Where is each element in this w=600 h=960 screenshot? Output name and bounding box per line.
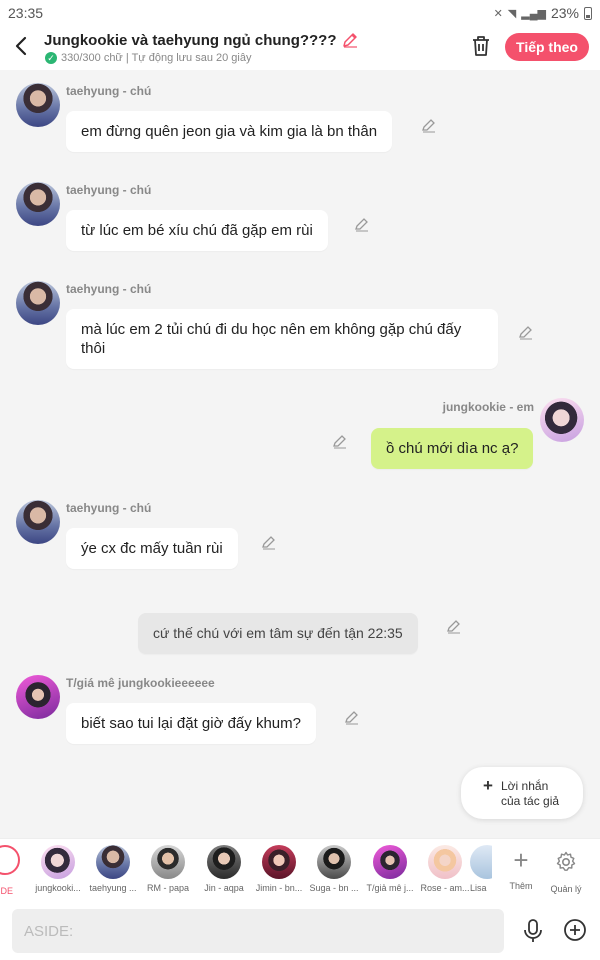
character-item[interactable]: RM - papa — [140, 845, 196, 893]
edit-title-icon[interactable] — [341, 31, 359, 49]
edit-message-icon[interactable] — [421, 117, 437, 133]
character-aside[interactable]: IDE — [0, 845, 20, 896]
character-item[interactable]: jungkooki... — [30, 845, 86, 893]
edit-message-icon[interactable] — [354, 216, 370, 232]
character-avatar — [262, 845, 296, 879]
character-avatar — [96, 845, 130, 879]
manage-characters-label: Quản lý — [550, 884, 582, 894]
message-input[interactable] — [12, 909, 504, 953]
avatar-taehyung[interactable] — [16, 83, 60, 127]
plus-icon: + — [483, 776, 493, 795]
save-status: ✓ 330/300 chữ | Tự động lưu sau 20 giây — [45, 52, 251, 64]
narration-bubble[interactable]: cứ thế chú với em tâm sự đến tận 22:35 — [138, 613, 418, 654]
character-name: Lisa — [470, 883, 487, 893]
author-note-label: Lời nhắn của tác giả — [501, 779, 559, 809]
character-name: Rose - am... — [420, 883, 470, 893]
add-character-label: Thêm — [509, 881, 533, 891]
character-name: RM - papa — [146, 883, 190, 893]
trash-icon[interactable] — [470, 34, 492, 58]
character-name: jungkooki... — [35, 883, 81, 893]
character-item[interactable]: taehyung ... — [85, 845, 141, 893]
character-item[interactable]: T/giả mê j... — [362, 845, 418, 893]
aside-label: IDE — [0, 886, 14, 896]
sender-name: taehyung - chú — [66, 183, 152, 197]
character-avatar — [207, 845, 241, 879]
edit-message-icon[interactable] — [261, 534, 277, 550]
edit-message-icon[interactable] — [332, 433, 348, 449]
battery-icon — [584, 6, 592, 20]
back-button[interactable] — [10, 32, 34, 60]
sender-name: taehyung - chú — [66, 84, 152, 98]
message-bubble-mine[interactable]: ồ chú mới dìa nc ạ? — [371, 428, 534, 469]
mute-icon: ✕ — [493, 7, 503, 20]
character-item[interactable]: Rose - am... — [417, 845, 473, 893]
signal-icon: ▂▄▆ — [521, 7, 546, 20]
wifi-icon: ◥ — [507, 7, 517, 20]
check-icon: ✓ — [45, 52, 57, 64]
character-avatar — [151, 845, 185, 879]
edit-message-icon[interactable] — [344, 709, 360, 725]
message-bubble[interactable]: từ lúc em bé xíu chú đã gặp em rùi — [66, 210, 328, 251]
character-avatar — [428, 845, 462, 879]
sender-name: taehyung - chú — [66, 282, 152, 296]
character-name: Jin - aqpa — [204, 883, 244, 893]
gear-icon — [556, 851, 576, 871]
avatar-author[interactable] — [16, 675, 60, 719]
author-note-button[interactable]: + Lời nhắn của tác giả — [461, 767, 583, 819]
chevron-left-icon — [15, 36, 27, 56]
character-avatar — [373, 845, 407, 879]
status-bar: 23:35 ✕ ◥ ▂▄▆ 23% — [0, 0, 600, 26]
next-button[interactable]: Tiếp theo — [505, 33, 589, 61]
message-bubble[interactable]: mà lúc em 2 tủi chú đi du học nên em khô… — [66, 309, 498, 369]
message-bubble[interactable]: biết sao tui lại đặt giờ đấy khum? — [66, 703, 316, 744]
message-bubble[interactable]: ýe cx đc mấy tuần rùi — [66, 528, 238, 569]
message-bubble[interactable]: em đừng quên jeon gia và kim gia là bn t… — [66, 111, 393, 152]
character-item[interactable]: Lisa — [470, 845, 492, 893]
status-time: 23:35 — [8, 5, 44, 21]
character-item[interactable]: Jimin - bn... — [251, 845, 307, 893]
story-title-row[interactable]: Jungkookie và taehyung ngủ chung???? — [44, 31, 359, 49]
character-bar[interactable]: IDE jungkooki... taehyung ... RM - papa … — [0, 838, 600, 904]
avatar-jungkookie[interactable] — [540, 398, 584, 442]
edit-message-icon[interactable] — [446, 618, 462, 634]
top-bar: Jungkookie và taehyung ngủ chung???? ✓ 3… — [0, 26, 600, 70]
character-avatar — [41, 845, 75, 879]
character-item[interactable]: Suga - bn ... — [306, 845, 362, 893]
chat-area[interactable]: taehyung - chú em đừng quên jeon gia và … — [0, 70, 600, 838]
plus-icon: + — [513, 845, 529, 875]
sender-name: taehyung - chú — [66, 501, 152, 515]
edit-message-icon[interactable] — [518, 324, 534, 340]
character-name: taehyung ... — [89, 883, 137, 893]
avatar-taehyung[interactable] — [16, 500, 60, 544]
story-title: Jungkookie và taehyung ngủ chung???? — [44, 31, 337, 49]
character-name: T/giả mê j... — [366, 883, 414, 893]
avatar-taehyung[interactable] — [16, 182, 60, 226]
character-avatar — [470, 845, 492, 879]
status-icons: ✕ ◥ ▂▄▆ 23% — [494, 5, 592, 21]
sender-name: T/giá mê jungkookieeeeee — [66, 676, 215, 690]
manage-characters-button[interactable]: Quản lý — [547, 845, 585, 894]
aside-icon — [0, 845, 20, 875]
add-circle-icon[interactable] — [563, 918, 587, 942]
author-note-line2: của tác giả — [501, 794, 560, 808]
microphone-icon[interactable] — [521, 918, 545, 944]
add-character-button[interactable]: + Thêm — [502, 845, 540, 891]
avatar-taehyung[interactable] — [16, 281, 60, 325]
character-name: Suga - bn ... — [309, 883, 359, 893]
word-count-autosave: 330/300 chữ | Tự động lưu sau 20 giây — [61, 52, 252, 64]
character-avatar — [317, 845, 351, 879]
character-name: Jimin - bn... — [255, 883, 303, 893]
composer-bar — [0, 904, 600, 960]
battery-percent: 23% — [550, 5, 579, 21]
character-item[interactable]: Jin - aqpa — [196, 845, 252, 893]
author-note-line1: Lời nhắn — [501, 779, 549, 793]
sender-name: jungkookie - em — [442, 400, 534, 414]
